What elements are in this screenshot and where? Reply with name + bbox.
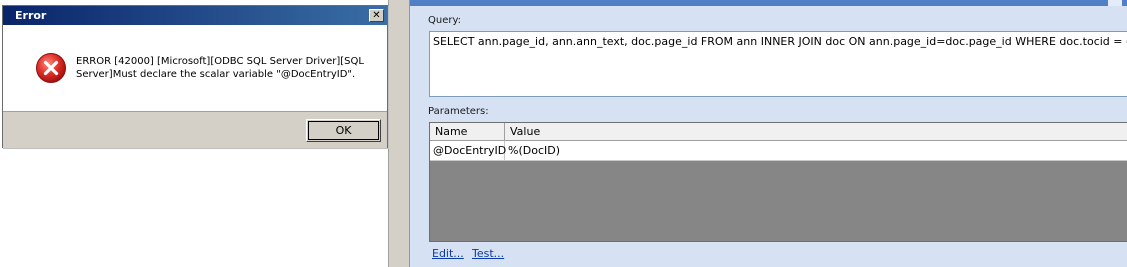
dialog-title: Error xyxy=(15,9,47,22)
query-panel: Query: SELECT ann.page_id, ann.ann_text,… xyxy=(409,0,1127,267)
test-link[interactable]: Test... xyxy=(472,247,504,260)
table-row[interactable]: @DocEntryID %(DocID) xyxy=(430,141,1127,161)
error-x-icon xyxy=(36,53,66,83)
query-label: Query: xyxy=(428,15,462,26)
parameter-name-cell[interactable]: @DocEntryID xyxy=(430,141,506,160)
close-icon: ✕ xyxy=(372,10,381,21)
dialog-body: ERROR [42000] [Microsoft][ODBC SQL Serve… xyxy=(3,25,387,111)
window-divider xyxy=(388,0,410,267)
error-dialog: Error ✕ ERROR [42000] [Microsoft][ODBC S… xyxy=(2,5,388,148)
ok-button[interactable]: OK xyxy=(306,119,381,142)
error-message: ERROR [42000] [Microsoft][ODBC SQL Serve… xyxy=(76,56,364,80)
close-button[interactable]: ✕ xyxy=(369,9,384,22)
parameters-grid: Name Value @DocEntryID %(DocID) xyxy=(429,122,1127,242)
parameter-value-cell[interactable]: %(DocID) xyxy=(505,141,1105,160)
column-header-value[interactable]: Value xyxy=(505,123,1127,140)
grid-header: Name Value xyxy=(430,123,1127,141)
dialog-title-bar[interactable]: Error ✕ xyxy=(3,6,387,25)
panel-titlebar xyxy=(410,0,1127,6)
query-textarea[interactable]: SELECT ann.page_id, ann.ann_text, doc.pa… xyxy=(429,31,1127,97)
column-header-name[interactable]: Name xyxy=(430,123,505,140)
parameters-label: Parameters: xyxy=(428,106,489,117)
edit-link[interactable]: Edit... xyxy=(432,247,464,260)
dialog-footer: OK xyxy=(3,111,387,148)
